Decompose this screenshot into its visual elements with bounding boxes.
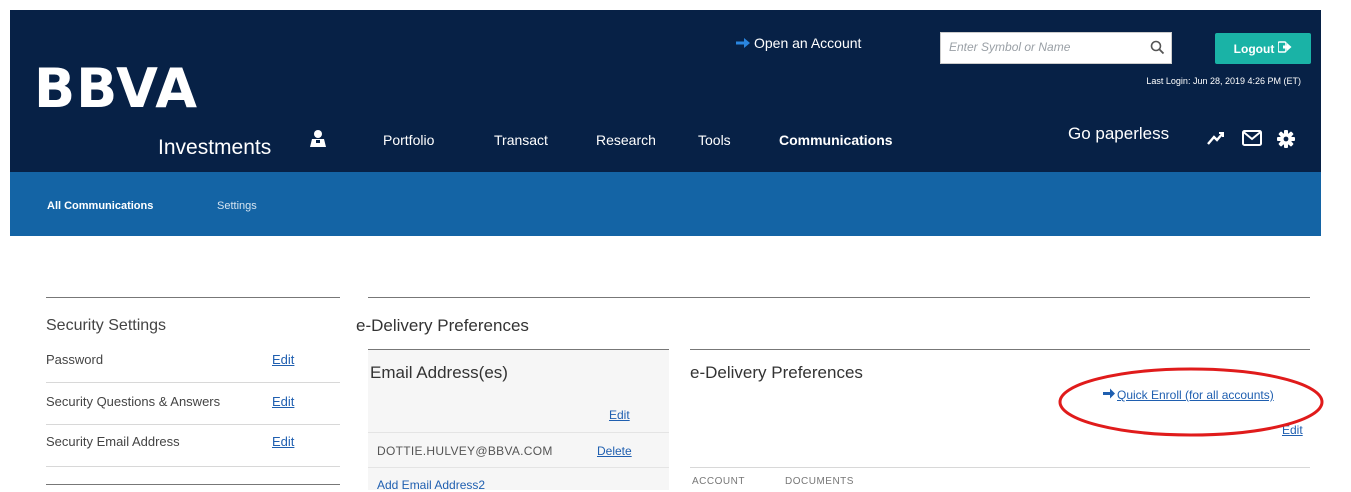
logout-label: Logout — [1233, 41, 1275, 56]
row-divider — [690, 467, 1310, 468]
email-address-value: DOTTIE.HULVEY@BBVA.COM — [377, 444, 553, 458]
divider — [690, 349, 1310, 350]
mail-icon[interactable] — [1242, 130, 1262, 151]
e-delivery-preferences-subtitle: e-Delivery Preferences — [690, 363, 863, 382]
annotation-circle — [1058, 367, 1324, 437]
password-label: Password — [46, 352, 104, 367]
documents-column-header: DOCUMENTS — [785, 476, 854, 487]
security-settings-title: Security Settings — [46, 317, 167, 334]
subnav-settings[interactable]: Settings — [217, 200, 257, 212]
divider — [46, 297, 340, 298]
row-divider — [368, 467, 669, 468]
open-account-link[interactable]: Open an Account — [736, 35, 861, 51]
nav-research[interactable]: Research — [596, 132, 656, 148]
nav-portfolio[interactable]: Portfolio — [383, 132, 434, 148]
divider — [368, 297, 1310, 298]
subnav-all-communications[interactable]: All Communications — [47, 200, 153, 212]
nav-communications[interactable]: Communications — [779, 132, 893, 148]
go-paperless-link[interactable]: Go paperless — [1068, 124, 1169, 144]
security-questions-label: Security Questions & Answers — [46, 394, 221, 409]
e-delivery-title: e-Delivery Preferences — [356, 316, 529, 335]
row-divider — [46, 424, 340, 425]
row-divider — [46, 466, 340, 467]
arrow-right-icon — [736, 37, 750, 49]
symbol-search — [940, 32, 1172, 64]
account-column-header: ACCOUNT — [692, 476, 745, 487]
security-email-edit-link[interactable]: Edit — [272, 434, 294, 449]
top-header: BBVA Investments Portfolio Transact Rese… — [10, 10, 1321, 172]
email-delete-link[interactable]: Delete — [597, 444, 632, 458]
row-divider — [368, 432, 669, 433]
search-icon[interactable] — [1150, 40, 1165, 60]
open-account-label: Open an Account — [754, 35, 862, 51]
logout-button[interactable]: Logout — [1215, 33, 1311, 64]
user-icon[interactable] — [308, 128, 328, 153]
security-questions-edit-link[interactable]: Edit — [272, 394, 294, 409]
search-input[interactable] — [941, 33, 1157, 61]
chart-check-icon[interactable] — [1207, 130, 1225, 151]
security-email-label: Security Email Address — [46, 434, 180, 449]
email-addresses-title: Email Address(es) — [370, 363, 508, 382]
logout-arrow-icon — [1277, 41, 1292, 56]
bbva-logo[interactable]: BBVA — [34, 62, 198, 116]
divider — [46, 484, 340, 485]
password-edit-link[interactable]: Edit — [272, 352, 294, 367]
row-divider — [46, 382, 340, 383]
last-login-text: Last Login: Jun 28, 2019 4:26 PM (ET) — [1146, 76, 1301, 86]
communications-subnav: All Communications Settings — [10, 172, 1321, 236]
gear-icon[interactable] — [1277, 130, 1295, 153]
nav-transact[interactable]: Transact — [494, 132, 548, 148]
logo-subtitle: Investments — [158, 136, 272, 159]
divider — [368, 349, 669, 350]
email-edit-link[interactable]: Edit — [609, 408, 630, 422]
nav-tools[interactable]: Tools — [698, 132, 731, 148]
